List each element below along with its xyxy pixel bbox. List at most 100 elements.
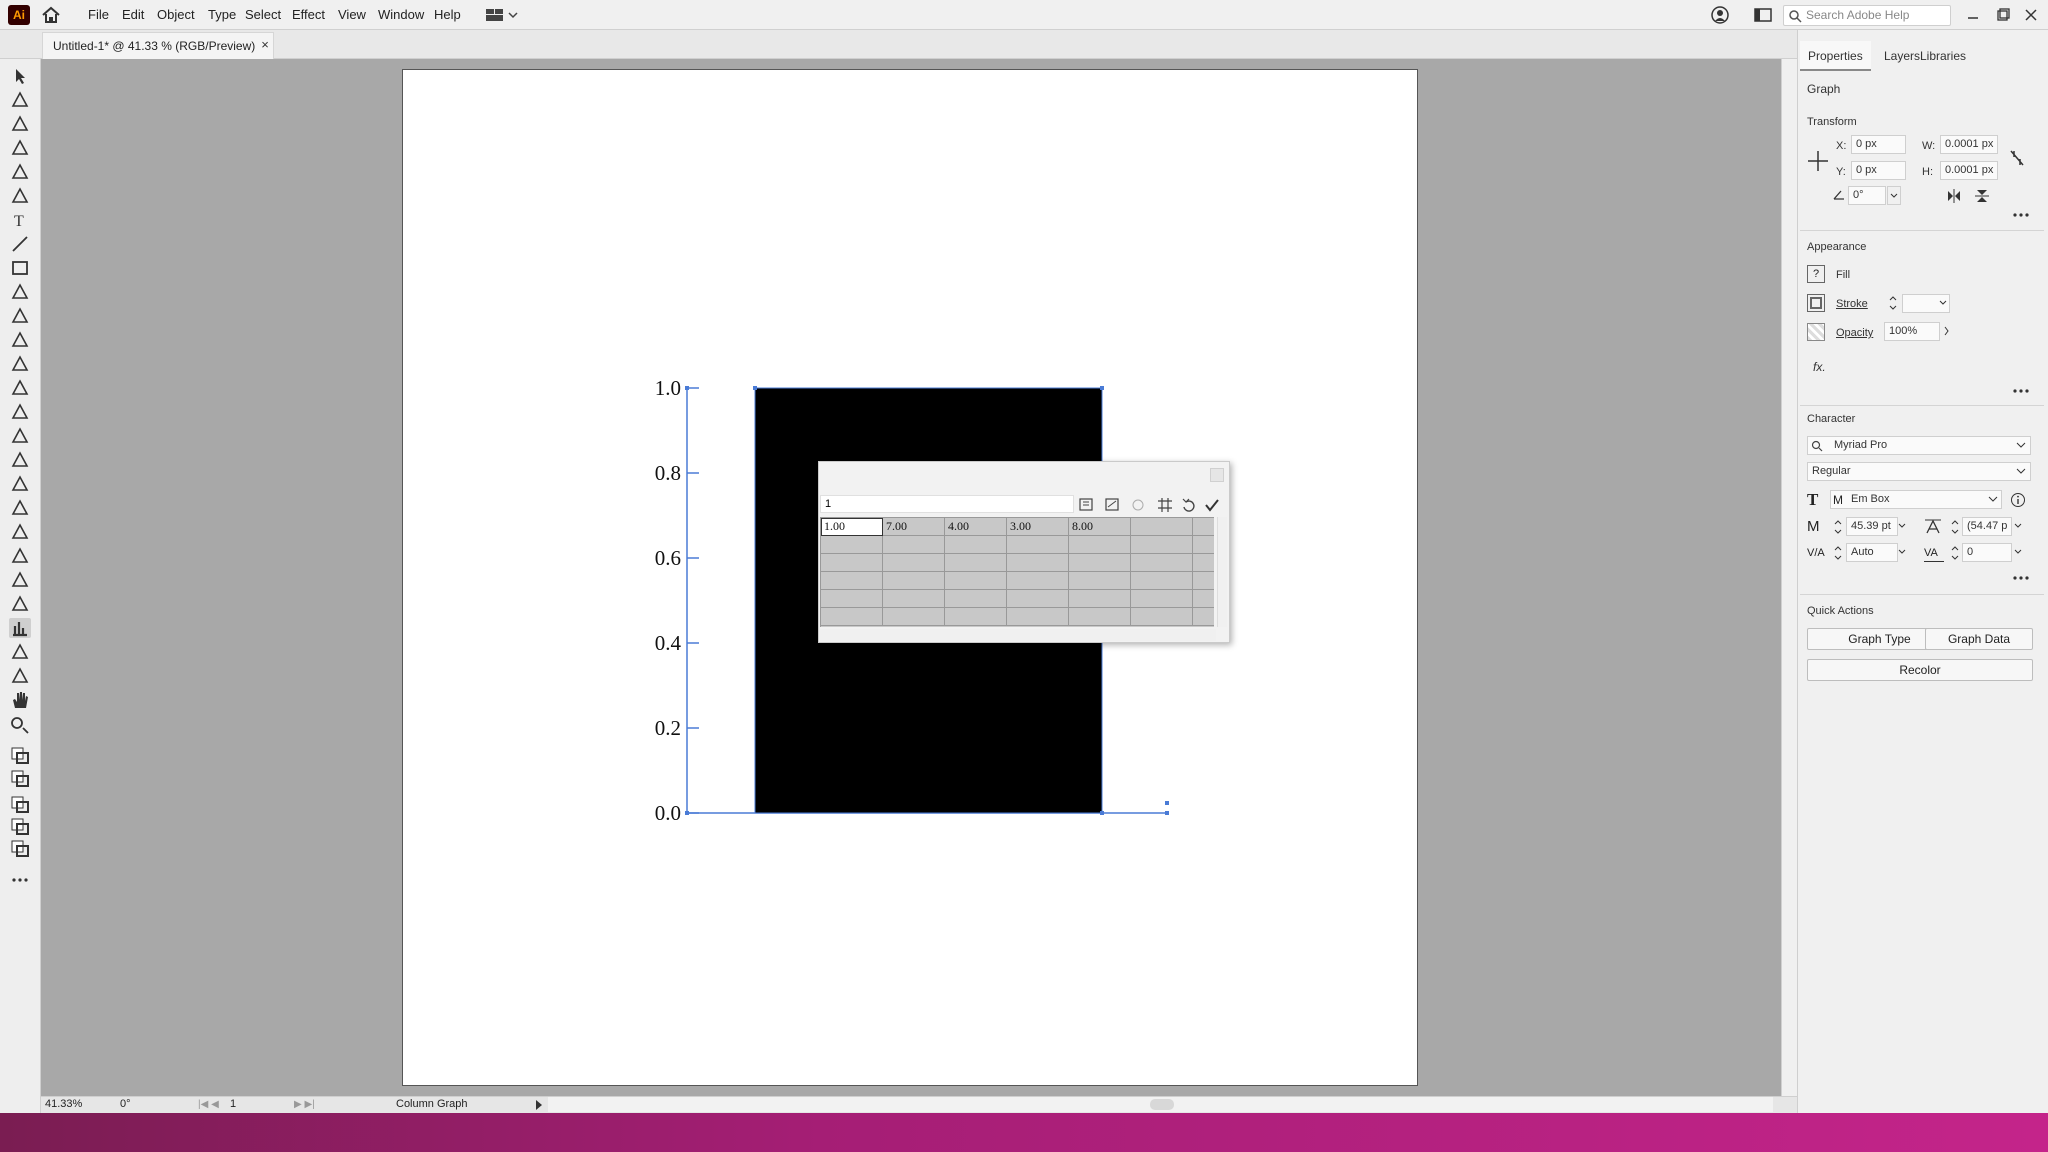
data-grid[interactable]: 1.00 7.00 4.00 3.00 8.00 [820,517,1214,627]
opacity-expand-chevron-icon[interactable] [1940,322,1954,341]
menu-help[interactable]: Help [428,0,467,30]
curvature-tool-icon[interactable] [9,186,31,206]
rotation-select[interactable]: 0° [120,1097,180,1112]
lasso-tool-icon[interactable] [9,138,31,158]
y-input[interactable]: 0 px [1851,161,1906,180]
character-more-options-icon[interactable] [2012,572,2030,582]
grid-cell[interactable] [883,608,945,626]
blend-tool-icon[interactable] [9,570,31,590]
artboard-tool-icon[interactable] [9,642,31,662]
grid-cell[interactable] [1069,590,1131,608]
color-mode-icon[interactable] [9,794,31,814]
selection-tool-icon[interactable] [9,66,31,86]
mesh-tool-icon[interactable] [9,498,31,518]
shape-builder-tool-icon[interactable] [9,450,31,470]
screen-mode-icon[interactable] [9,838,31,858]
tracking-stepper-icon[interactable] [1950,544,1960,562]
grid-cell[interactable]: 8.00 [1069,518,1131,536]
selection-handle[interactable] [685,386,689,390]
grid-cell[interactable] [1131,536,1193,554]
grid-cell[interactable] [821,590,883,608]
grid-cell[interactable] [883,536,945,554]
stroke-stepper-icon[interactable] [1888,294,1898,312]
grid-cell[interactable] [1131,518,1193,536]
eyedropper-tool-icon[interactable] [9,546,31,566]
graph-data-button[interactable]: Graph Data [1925,628,2033,650]
font-dropdown-chevron-icon[interactable] [2014,436,2030,455]
height-input[interactable]: 0.0001 px [1940,161,1998,180]
menu-object[interactable]: Object [151,0,201,30]
flip-vertical-icon[interactable] [1974,188,1990,204]
search-input[interactable]: Search Adobe Help [1783,5,1951,26]
column-graph-tool-icon[interactable] [9,618,31,638]
selection-handle[interactable] [1165,811,1169,815]
tracking-input[interactable]: 0 [1962,543,2012,562]
grid-cell[interactable] [1131,554,1193,572]
grid-cell[interactable] [1007,536,1069,554]
zoom-tool-icon[interactable] [9,714,31,734]
grid-cell[interactable] [1193,572,1214,590]
zoom-select[interactable]: 41.33% [45,1097,111,1112]
width-input[interactable]: 0.0001 px [1940,135,1998,154]
menu-effect[interactable]: Effect [286,0,331,30]
leading-stepper-icon[interactable] [1950,518,1960,536]
kerning-chevron-icon[interactable] [1896,543,1910,562]
hand-tool-icon[interactable] [9,690,31,710]
info-icon[interactable] [2010,492,2026,508]
grid-cell[interactable] [883,554,945,572]
grid-cell[interactable] [1193,554,1214,572]
grid-cell[interactable] [1069,554,1131,572]
effects-fx-icon[interactable]: fx. [1813,360,1826,374]
stroke-swatch-icon[interactable] [1807,294,1825,312]
direct-selection-tool-icon[interactable] [9,90,31,110]
edit-toolbar-more-icon[interactable] [9,870,31,890]
rotate-dropdown-chevron-icon[interactable] [1887,186,1901,205]
leading-chevron-icon[interactable] [2012,517,2026,536]
grid-cell[interactable]: 1.00 [821,518,883,536]
selection-handle[interactable] [1165,801,1169,805]
fill-swatch-icon[interactable]: ? [1807,265,1825,283]
grid-cell[interactable] [945,608,1007,626]
artboard-next-nav[interactable]: ▶ ▶| [294,1097,322,1112]
grid-cell[interactable] [1193,608,1214,626]
symbol-sprayer-tool-icon[interactable] [9,594,31,614]
grid-cell[interactable] [821,536,883,554]
grid-cell[interactable] [1131,572,1193,590]
artboard-prev-nav[interactable]: |◀ ◀ [198,1097,224,1112]
status-menu-arrow-icon[interactable] [534,1099,544,1111]
grid-cell[interactable] [1193,590,1214,608]
rotate-input[interactable]: 0° [1848,186,1886,205]
em-box-chevron-icon[interactable] [1986,490,2002,509]
menu-window[interactable]: Window [372,0,430,30]
close-tab-icon[interactable]: × [258,36,272,54]
home-icon[interactable] [40,5,62,25]
font-size-chevron-icon[interactable] [1896,517,1910,536]
eraser-tool-icon[interactable] [9,330,31,350]
tab-properties[interactable]: Properties [1800,41,1871,71]
recolor-button[interactable]: Recolor [1807,659,2033,681]
font-size-input[interactable]: 45.39 pt [1846,517,1898,536]
close-window-icon[interactable] [2022,6,2040,24]
grid-cell[interactable] [1007,608,1069,626]
kerning-stepper-icon[interactable] [1833,544,1843,562]
minimize-icon[interactable] [1964,6,1982,24]
perspective-grid-tool-icon[interactable] [9,474,31,494]
transform-more-options-icon[interactable] [2012,209,2030,219]
rotate-tool-icon[interactable] [9,354,31,374]
cell-value-input[interactable] [820,495,1074,513]
grid-cell[interactable] [883,590,945,608]
free-transform-tool-icon[interactable] [9,426,31,446]
selection-handle[interactable] [685,811,689,815]
gradient-tool-icon[interactable] [9,522,31,542]
grid-vertical-scrollbar[interactable] [1217,517,1227,627]
tab-libraries[interactable]: Libraries [1912,41,1974,71]
x-input[interactable]: 0 px [1851,135,1906,154]
grid-cell[interactable] [1131,590,1193,608]
artboard-number-select[interactable]: 1 [230,1097,286,1112]
kerning-input[interactable]: Auto [1846,543,1898,562]
slice-tool-icon[interactable] [9,666,31,686]
fill-stroke-swatch-icon[interactable] [9,768,31,788]
scale-tool-icon[interactable] [9,378,31,398]
document-tab[interactable]: Untitled-1* @ 41.33 % (RGB/Preview) [42,32,274,59]
opacity-input[interactable]: 100% [1884,322,1940,341]
